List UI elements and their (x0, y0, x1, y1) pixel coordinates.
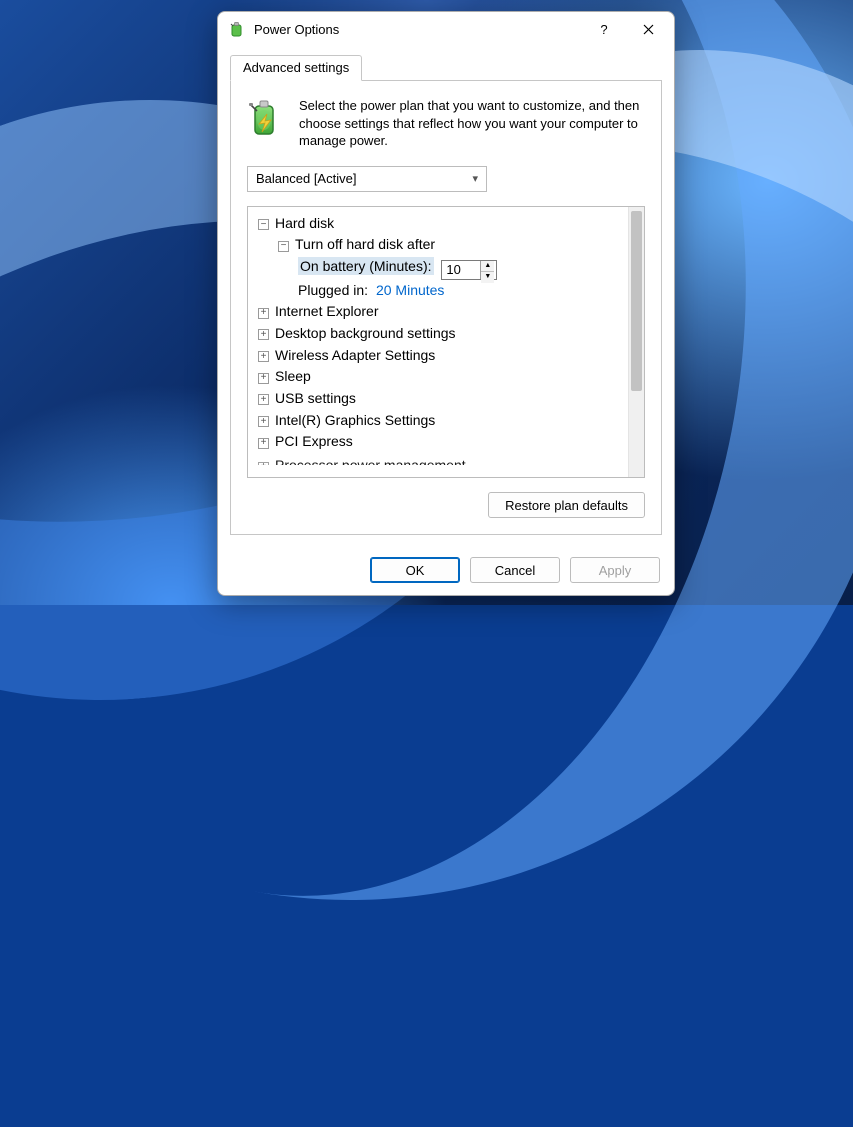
dialog-client-area: Advanced settings (218, 46, 674, 547)
on-battery-minutes-field[interactable] (442, 261, 480, 279)
expand-icon[interactable]: + (258, 438, 269, 449)
tree-node-sleep[interactable]: +Sleep (252, 366, 624, 388)
close-icon (643, 24, 654, 35)
window-title: Power Options (254, 22, 339, 37)
scrollbar-thumb[interactable] (631, 211, 642, 391)
tab-panel: Select the power plan that you want to c… (230, 80, 662, 535)
power-options-icon (228, 20, 246, 38)
plugged-in-label: Plugged in: (298, 282, 368, 298)
power-options-dialog: Power Options ? Advanced settings (217, 11, 675, 596)
expand-icon[interactable]: + (258, 462, 269, 466)
expand-icon[interactable]: + (258, 308, 269, 319)
restore-plan-defaults-button[interactable]: Restore plan defaults (488, 492, 645, 518)
expand-icon[interactable]: + (258, 416, 269, 427)
tree-node-internet-explorer[interactable]: +Internet Explorer (252, 301, 624, 323)
on-battery-minutes-input[interactable]: ▲ ▼ (441, 260, 497, 280)
tree-node-processor-power-management[interactable]: +Processor power management (252, 455, 624, 465)
collapse-icon[interactable]: − (278, 241, 289, 252)
tabstrip: Advanced settings (230, 54, 662, 80)
tab-advanced-settings[interactable]: Advanced settings (230, 55, 362, 81)
spinner-down-icon[interactable]: ▼ (481, 272, 494, 283)
chevron-down-icon: ▾ (472, 172, 478, 185)
intro-section: Select the power plan that you want to c… (247, 97, 645, 150)
titlebar[interactable]: Power Options ? (218, 12, 674, 46)
battery-icon (247, 97, 285, 139)
expand-icon[interactable]: + (258, 394, 269, 405)
help-button[interactable]: ? (582, 14, 626, 44)
intro-text: Select the power plan that you want to c… (299, 97, 645, 150)
plugged-in-value[interactable]: 20 Minutes (376, 282, 444, 298)
tree-node-plugged-in[interactable]: Plugged in: 20 Minutes (252, 280, 624, 302)
on-battery-label: On battery (Minutes): (298, 257, 434, 275)
tree-node-on-battery[interactable]: On battery (Minutes): ▲ ▼ (252, 256, 624, 280)
settings-tree: −Hard disk −Turn off hard disk after On … (247, 206, 645, 478)
expand-icon[interactable]: + (258, 351, 269, 362)
tree-node-wireless-adapter-settings[interactable]: +Wireless Adapter Settings (252, 345, 624, 367)
expand-icon[interactable]: + (258, 329, 269, 340)
expand-icon[interactable]: + (258, 373, 269, 384)
collapse-icon[interactable]: − (258, 219, 269, 230)
tree-node-pci-express[interactable]: +PCI Express (252, 431, 624, 453)
ok-button[interactable]: OK (370, 557, 460, 583)
power-plan-selected: Balanced [Active] (256, 171, 356, 186)
tree-scrollbar[interactable] (628, 207, 644, 477)
power-plan-select[interactable]: Balanced [Active] ▾ (247, 166, 487, 192)
apply-button[interactable]: Apply (570, 557, 660, 583)
tree-node-intel-graphics-settings[interactable]: +Intel(R) Graphics Settings (252, 410, 624, 432)
close-button[interactable] (626, 14, 670, 44)
tree-node-usb-settings[interactable]: +USB settings (252, 388, 624, 410)
cancel-button[interactable]: Cancel (470, 557, 560, 583)
tree-node-desktop-background-settings[interactable]: +Desktop background settings (252, 323, 624, 345)
dialog-footer: OK Cancel Apply (218, 547, 674, 595)
tree-node-hard-disk[interactable]: −Hard disk (252, 213, 624, 235)
spinner-up-icon[interactable]: ▲ (481, 261, 494, 273)
tree-node-turn-off-hard-disk-after[interactable]: −Turn off hard disk after (252, 234, 624, 256)
